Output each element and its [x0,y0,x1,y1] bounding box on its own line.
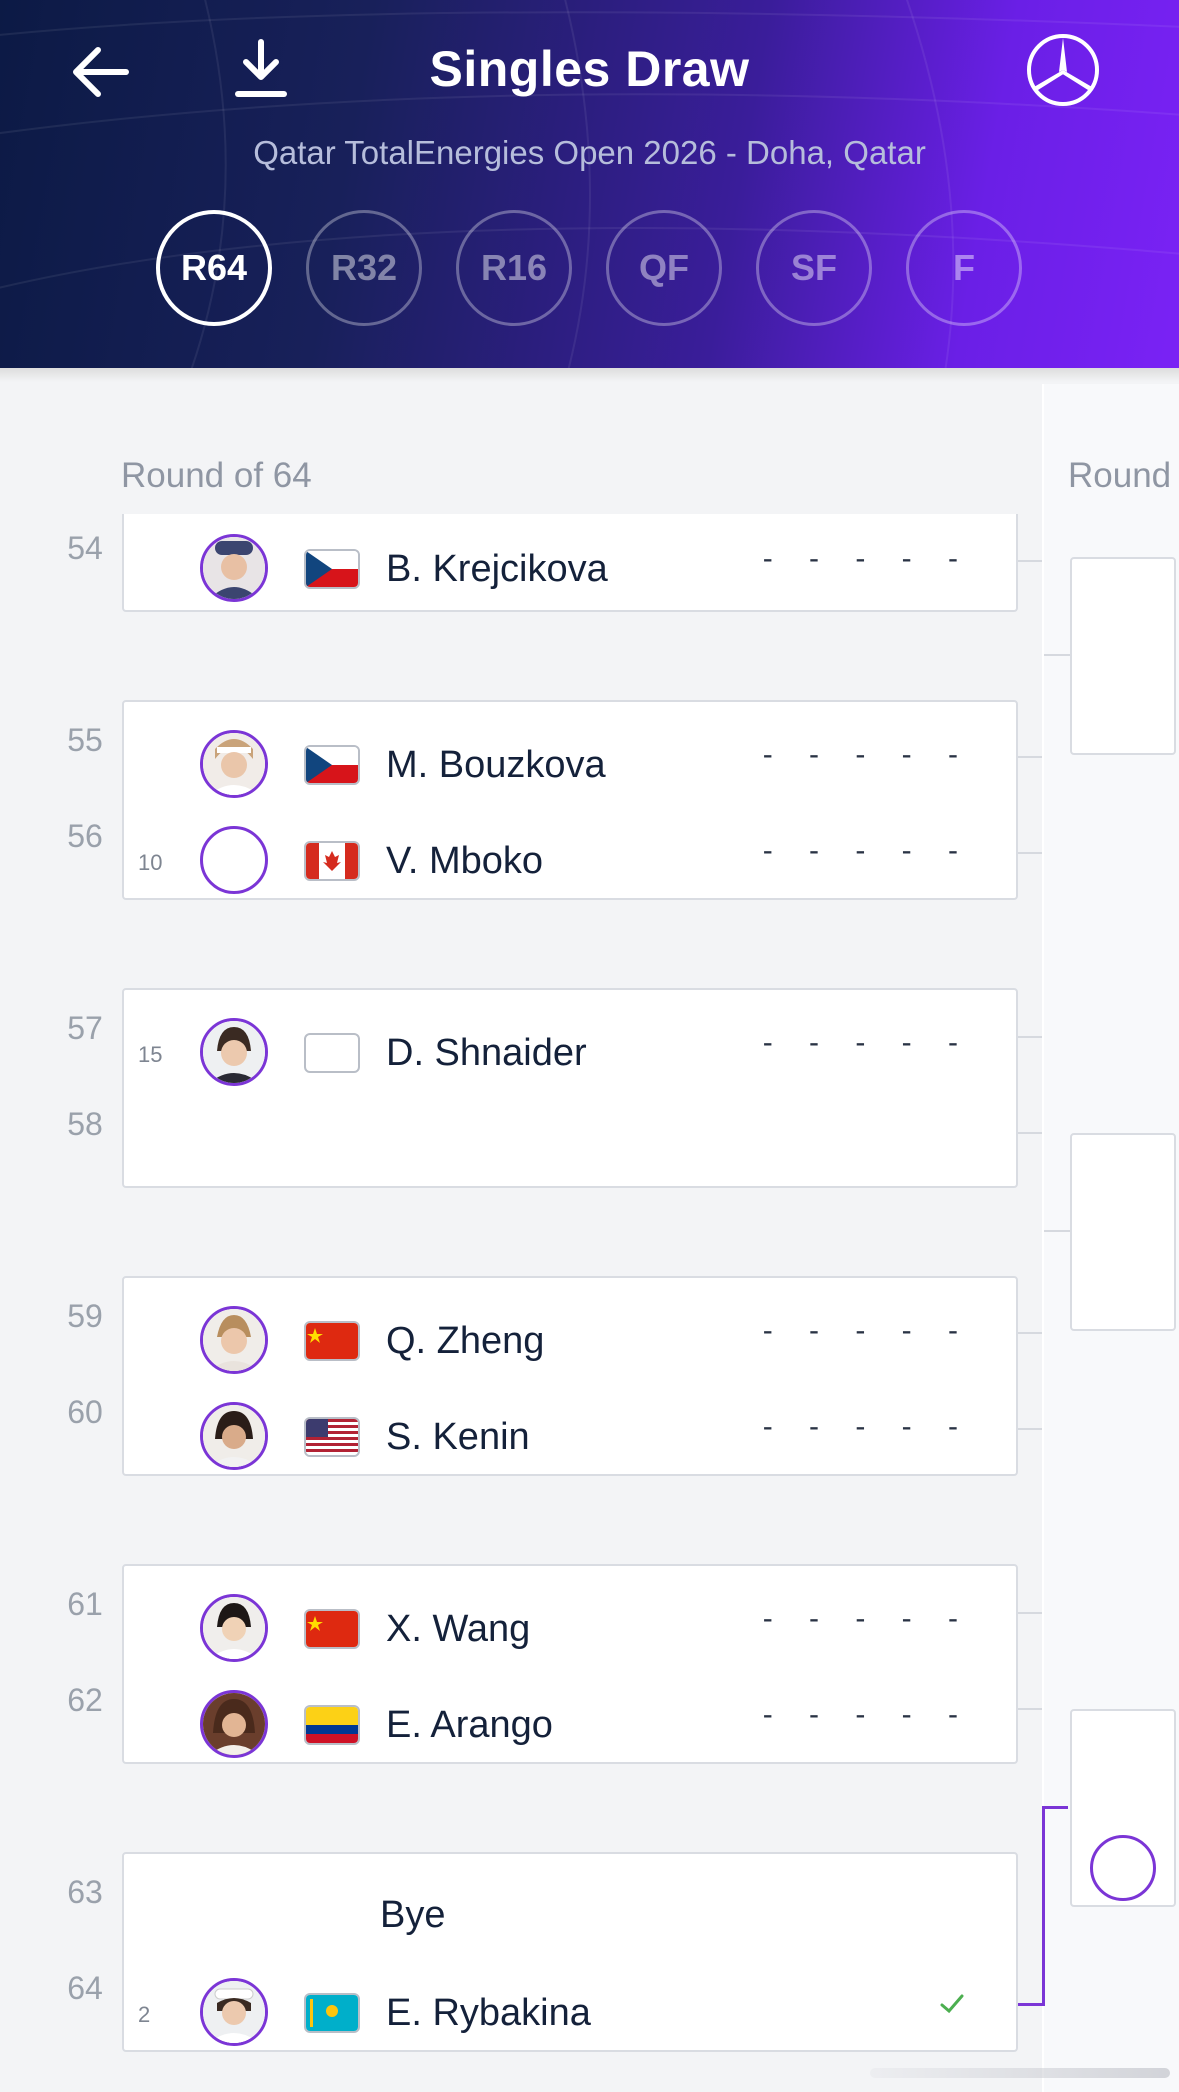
seed-tag: 10 [138,850,163,875]
next-round-match-card[interactable] [1070,557,1176,755]
score: - - - - - [762,1410,972,1443]
flag-china-icon [304,1609,360,1649]
player-name: E. Rybakina [386,1992,591,2034]
flag-usa-icon [304,1417,360,1457]
tab-r32[interactable]: R32 [306,210,422,326]
seed-tag: 2 [138,2002,151,2027]
player-row: X. Wang - - - - - [124,1588,1016,1668]
player-avatar [200,1402,268,1470]
draw-position: 56 [67,818,103,854]
score: - - - - - [762,1314,972,1347]
bracket-line [1018,1708,1042,1710]
round-tabs: R64 R32 R16 QF SF F [156,210,1022,326]
flag-china-icon [304,1321,360,1361]
horizontal-scroll-indicator[interactable] [870,2068,1170,2078]
draw-position: 63 [67,1874,103,1910]
match-card[interactable]: Q. Zheng - - - - - S. Kenin - - - - - [122,1276,1018,1476]
draw-position: 62 [67,1682,103,1718]
score: - - - - - [762,834,972,867]
player-row: B. Krejcikova - - - - - [124,528,1016,608]
draw-position: 54 [67,530,103,566]
tab-r64[interactable]: R64 [156,210,272,326]
match-card[interactable]: X. Wang - - - - - E. Arango - - - - - [122,1564,1018,1764]
score: - - - - - [762,738,972,771]
header-shadow [0,368,1179,382]
bracket-line [1044,1230,1070,1232]
score: - - - - - [762,1698,972,1731]
draw-position: 61 [67,1586,103,1622]
flag-neutral-icon [304,1033,360,1073]
player-name: S. Kenin [386,1416,530,1458]
player-avatar [200,1690,268,1758]
draw-position: 55 [67,722,103,758]
player-row: M. Bouzkova - - - - - [124,724,1016,804]
player-row: Q. Zheng - - - - - [124,1300,1016,1380]
player-avatar [200,1306,268,1374]
flag-canada-icon [304,841,360,881]
winner-check-icon [938,1990,966,2018]
player-row: 2 E. Rybakina [124,1972,1016,2052]
bracket-line [1018,1036,1042,1038]
bracket-line [1018,1428,1042,1430]
tab-sf[interactable]: SF [756,210,872,326]
tab-f[interactable]: F [906,210,1022,326]
bracket-line [1018,1612,1042,1614]
flag-czech-icon [304,745,360,785]
player-avatar [200,1594,268,1662]
score: - - - - - [762,1602,972,1635]
flag-czech-icon [304,549,360,589]
mercedes-star-logo [1025,32,1101,108]
next-round-label: Round [1068,456,1172,495]
flag-colombia-icon [304,1705,360,1745]
round-label: Round of 64 [121,456,312,495]
player-avatar [200,1018,268,1086]
draw-position: 64 [67,1970,103,2006]
player-name: X. Wang [386,1608,531,1650]
flag-kazakhstan-icon [304,1993,360,2033]
bracket-line [1018,1332,1042,1334]
winner-bracket-line [1042,1806,1045,2006]
next-round-match-card[interactable] [1070,1133,1176,1331]
match-card[interactable]: B. Krejcikova - - - - - [122,514,1018,612]
player-row: E. Arango - - - - - [124,1684,1016,1764]
bye-label: Bye [380,1894,446,1936]
winner-bracket-line [1018,2003,1045,2006]
score: - - - - - [762,542,972,575]
tab-qf[interactable]: QF [606,210,722,326]
player-avatar-empty [200,826,268,894]
player-avatar [200,730,268,798]
match-card[interactable]: M. Bouzkova - - - - - 10 V. Mboko - - - … [122,700,1018,900]
draw-position: 58 [67,1106,103,1142]
draw-position: 60 [67,1394,103,1430]
player-name: M. Bouzkova [386,744,606,786]
bracket-line [1018,852,1042,854]
seed-tag: 15 [138,1042,163,1067]
match-card[interactable]: 15 D. Shnaider - - - - - [122,988,1018,1188]
tournament-subtitle: Qatar TotalEnergies Open 2026 - Doha, Qa… [253,134,926,171]
player-name: E. Arango [386,1704,553,1746]
bracket-line [1018,1132,1042,1134]
player-row: 10 V. Mboko - - - - - [124,820,1016,900]
draw-position: 57 [67,1010,103,1046]
player-avatar [200,1978,268,2046]
tab-r16[interactable]: R16 [456,210,572,326]
player-avatar [200,534,268,602]
player-name: D. Shnaider [386,1032,587,1074]
page-title: Singles Draw [429,41,750,97]
bracket-line [1044,654,1070,656]
player-avatar-empty [1090,1835,1156,1901]
next-round-match-card[interactable] [1070,1709,1176,1907]
match-card[interactable]: Bye 2 E. Rybakina [122,1852,1018,2052]
score: - - - - - [762,1026,972,1059]
bracket-line [1018,756,1042,758]
header: Singles Draw Qatar TotalEnergies Open 20… [0,0,1179,368]
winner-bracket-line [1042,1806,1068,1809]
player-name: B. Krejcikova [386,548,608,590]
bracket-line [1018,560,1042,562]
player-name: V. Mboko [386,840,544,882]
player-row: S. Kenin - - - - - [124,1396,1016,1476]
player-row: 15 D. Shnaider - - - - - [124,1012,1016,1092]
player-name: Q. Zheng [386,1320,545,1362]
draw-position: 59 [67,1298,103,1334]
